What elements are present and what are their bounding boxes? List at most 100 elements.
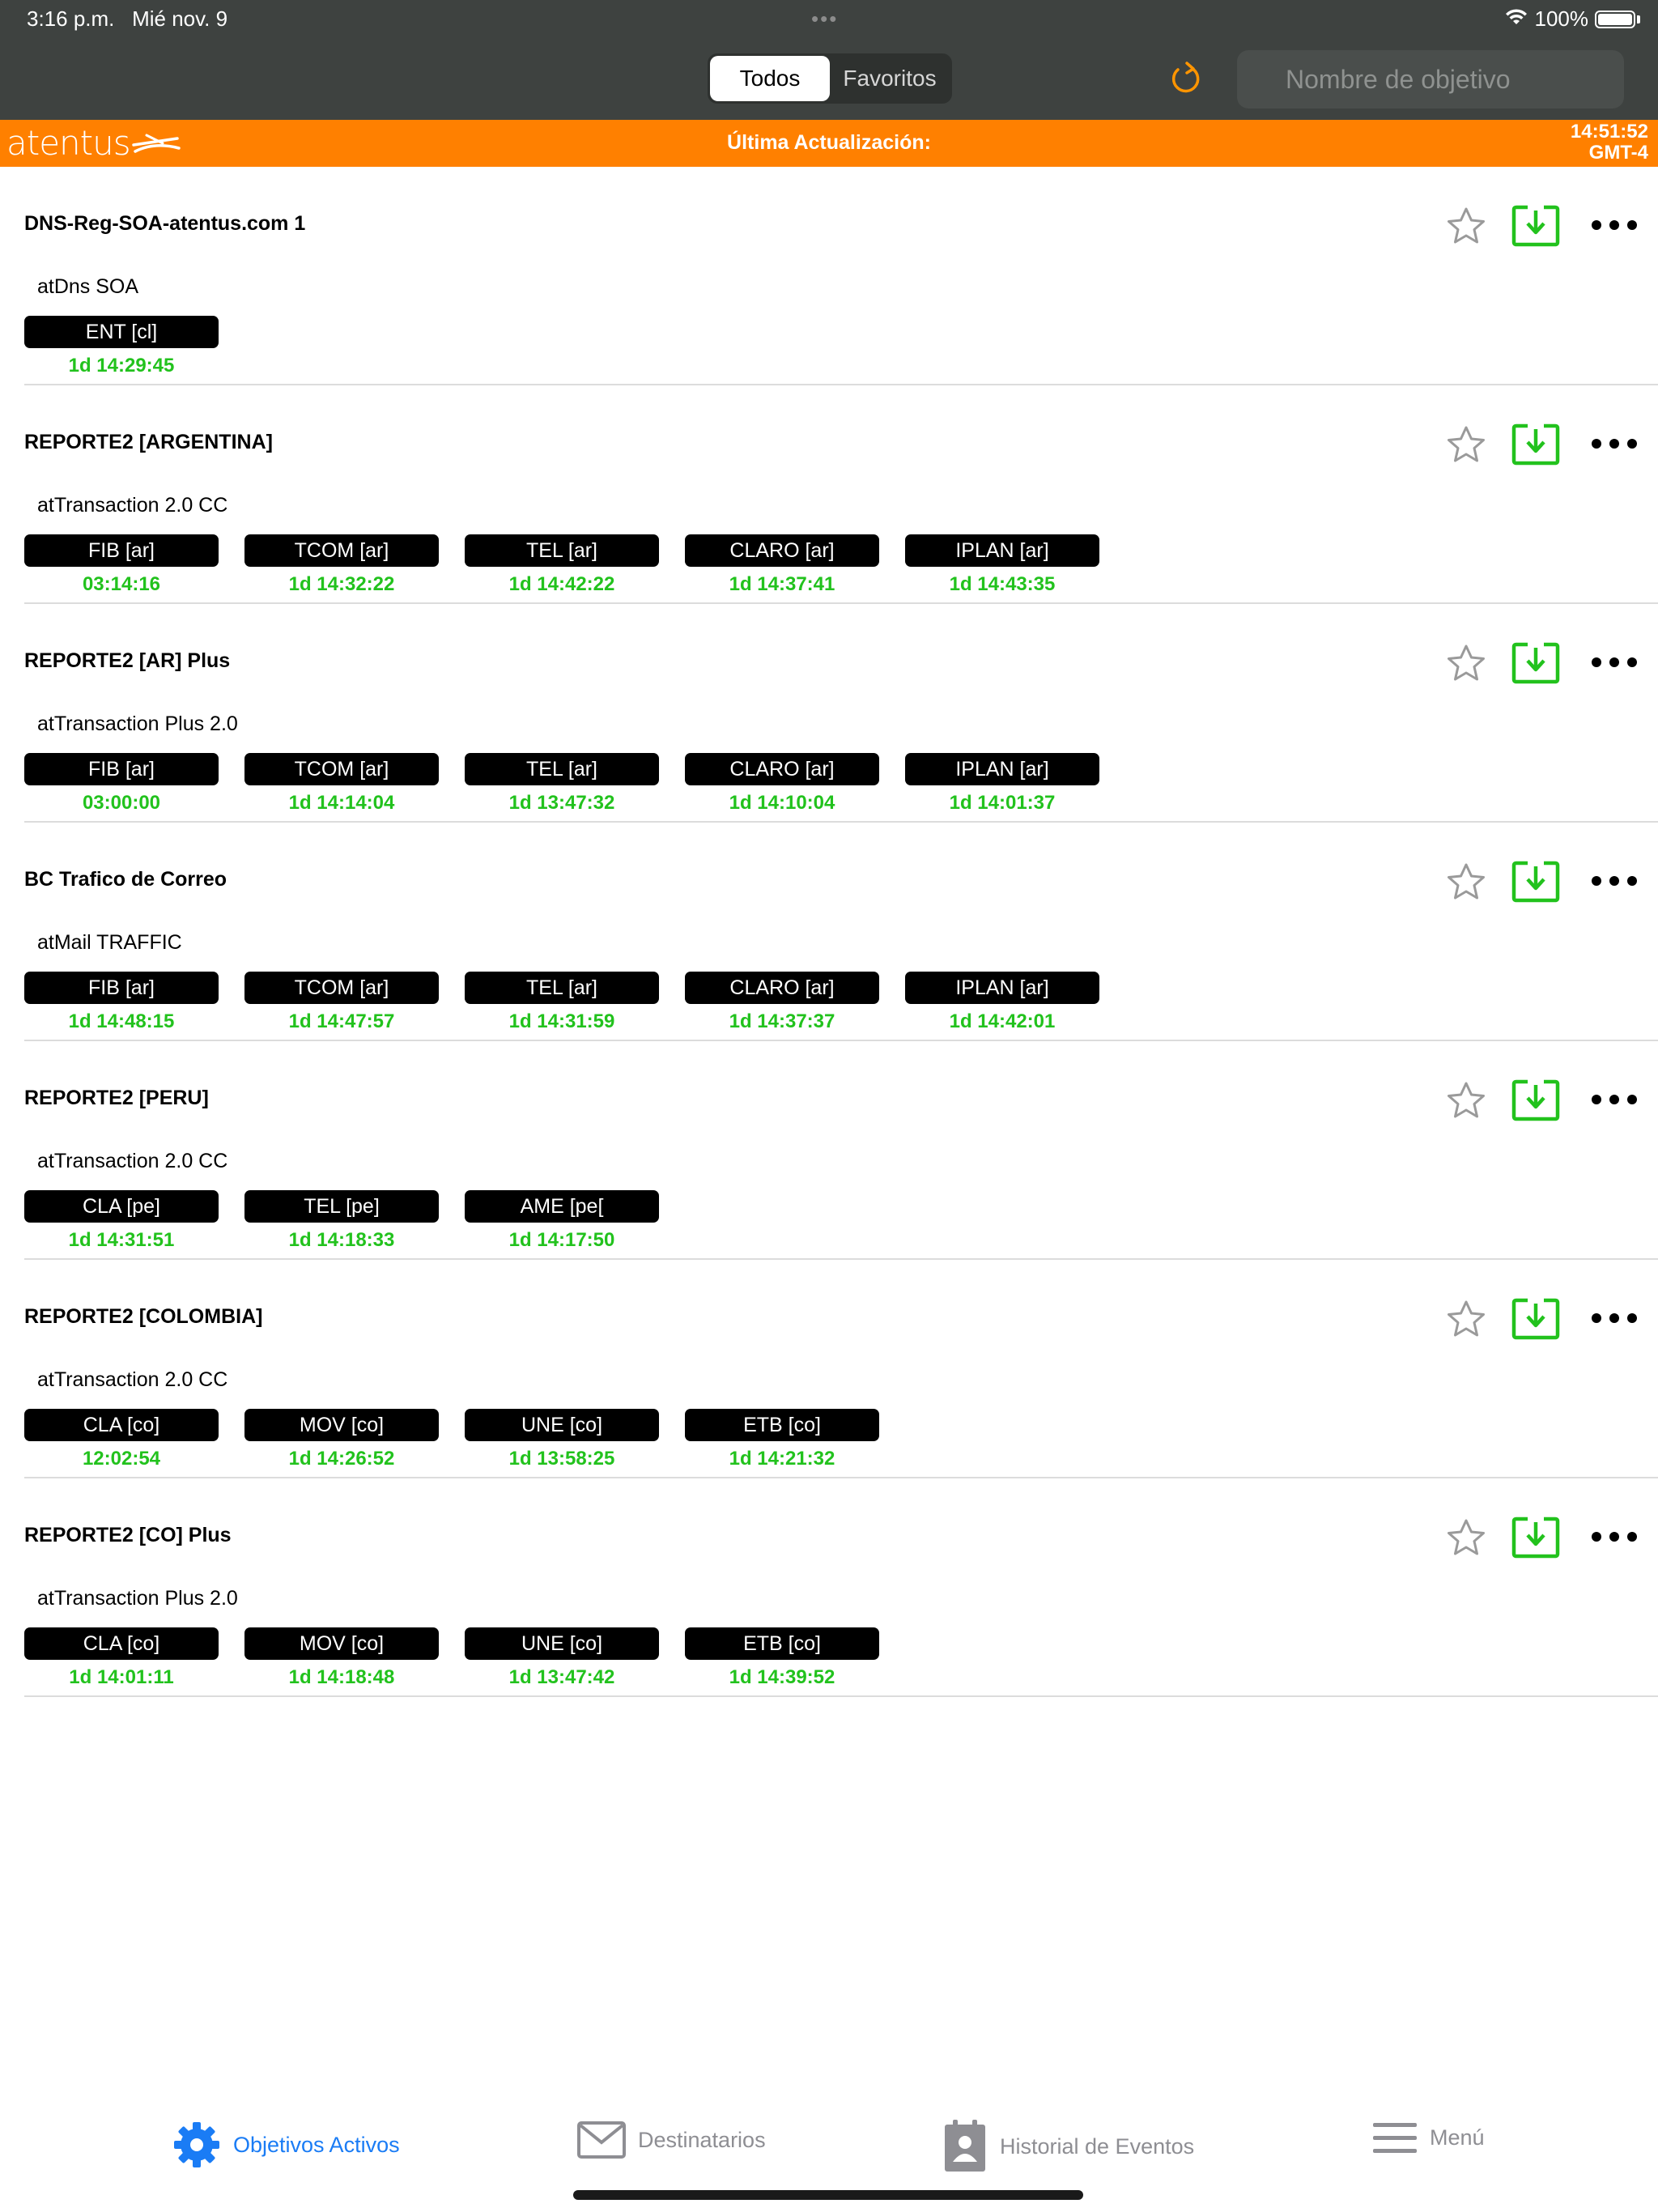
refresh-icon [1171, 62, 1200, 93]
node-label[interactable]: FIB [ar] [24, 534, 219, 567]
tab-historial-de-eventos[interactable]: Historial de Eventos [942, 2120, 1194, 2173]
download-report-button[interactable] [1510, 1075, 1562, 1125]
gear-icon [174, 2122, 219, 2167]
download-report-button[interactable] [1510, 1294, 1562, 1344]
node-elapsed-time: 1d 14:37:37 [729, 1010, 835, 1032]
objective-card[interactable]: BC Trafico de Correo atMail TRAFFIC FIB … [0, 823, 1658, 1041]
node-label[interactable]: IPLAN [ar] [905, 753, 1099, 785]
download-report-button[interactable] [1510, 201, 1562, 251]
node-label[interactable]: MOV [co] [244, 1627, 439, 1660]
favorite-button[interactable] [1441, 201, 1491, 251]
download-report-button[interactable] [1510, 857, 1562, 907]
node-label[interactable]: ETB [co] [685, 1409, 879, 1441]
home-indicator [573, 2190, 1083, 2200]
segment-todos[interactable]: Todos [710, 56, 830, 101]
node-elapsed-time: 1d 14:37:41 [729, 573, 835, 595]
node-label[interactable]: TEL [ar] [465, 753, 659, 785]
more-options-button[interactable] [1587, 1082, 1642, 1117]
favorite-button[interactable] [1441, 1512, 1491, 1563]
favorite-button[interactable] [1441, 857, 1491, 907]
tab-objetivos-activos[interactable]: Objetivos Activos [172, 2120, 400, 2170]
objective-card[interactable]: DNS-Reg-SOA-atentus.com 1 atDns SOA ENT … [0, 167, 1658, 385]
battery-percent: 100% [1534, 6, 1589, 31]
download-report-button[interactable] [1510, 419, 1562, 470]
objective-type: atTransaction 2.0 CC [37, 1368, 228, 1391]
objective-card[interactable]: REPORTE2 [AR] Plus atTransaction Plus 2.… [0, 604, 1658, 823]
ellipsis-icon [1592, 1532, 1637, 1542]
node-item: CLARO [ar] 1d 14:37:37 [685, 972, 879, 1033]
node-label[interactable]: MOV [co] [244, 1409, 439, 1441]
node-item: TEL [ar] 1d 14:42:22 [465, 534, 659, 596]
download-icon [1511, 1079, 1560, 1121]
node-label[interactable]: FIB [ar] [24, 753, 219, 785]
node-label[interactable]: ENT [cl] [24, 316, 219, 348]
node-label[interactable]: TCOM [ar] [244, 534, 439, 567]
multitasking-dots-icon[interactable]: ••• [811, 6, 838, 32]
tab-destinatarios[interactable]: Destinatarios [576, 2120, 766, 2160]
star-icon [1448, 207, 1485, 244]
tab-menu[interactable]: Menú [1371, 2120, 1485, 2155]
more-options-button[interactable] [1587, 207, 1642, 243]
node-label[interactable]: IPLAN [ar] [905, 972, 1099, 1004]
node-item: TEL [pe] 1d 14:18:33 [244, 1190, 439, 1252]
segment-favoritos[interactable]: Favoritos [830, 56, 950, 101]
node-label[interactable]: CLARO [ar] [685, 972, 879, 1004]
objective-title: REPORTE2 [PERU] [24, 1087, 209, 1109]
node-label[interactable]: TEL [ar] [465, 534, 659, 567]
star-icon [1448, 426, 1485, 462]
more-options-button[interactable] [1587, 426, 1642, 462]
favorite-button[interactable] [1441, 638, 1491, 688]
objective-card[interactable]: REPORTE2 [ARGENTINA] atTransaction 2.0 C… [0, 385, 1658, 604]
objective-card[interactable]: REPORTE2 [CO] Plus atTransaction Plus 2.… [0, 1478, 1658, 1697]
objective-type: atDns SOA [37, 275, 139, 298]
download-report-button[interactable] [1510, 638, 1562, 688]
node-label[interactable]: TEL [ar] [465, 972, 659, 1004]
top-navigation-bar: 3:16 p.m. Mié nov. 9 ••• 100% Todos Favo… [0, 0, 1658, 120]
filter-segmented-control: Todos Favoritos [708, 53, 952, 104]
more-options-button[interactable] [1587, 644, 1642, 680]
objective-card[interactable]: REPORTE2 [PERU] atTransaction 2.0 CC CLA [0, 1041, 1658, 1260]
more-options-button[interactable] [1587, 1519, 1642, 1555]
last-update-label: Última Actualización: [727, 131, 931, 154]
favorite-button[interactable] [1441, 419, 1491, 470]
objective-card[interactable]: REPORTE2 [COLOMBIA] atTransaction 2.0 CC [0, 1260, 1658, 1478]
node-label[interactable]: IPLAN [ar] [905, 534, 1099, 567]
node-item: CLA [co] 12:02:54 [24, 1409, 219, 1470]
node-elapsed-time: 1d 14:39:52 [729, 1666, 835, 1688]
node-label[interactable]: AME [pe[ [465, 1190, 659, 1223]
node-label[interactable]: CLA [co] [24, 1409, 219, 1441]
node-elapsed-time: 03:14:16 [82, 573, 161, 595]
search-input[interactable] [1237, 50, 1624, 108]
node-label[interactable]: CLA [pe] [24, 1190, 219, 1223]
node-label[interactable]: UNE [co] [465, 1409, 659, 1441]
node-label[interactable]: TCOM [ar] [244, 753, 439, 785]
more-options-button[interactable] [1587, 863, 1642, 899]
node-label[interactable]: CLARO [ar] [685, 753, 879, 785]
node-label[interactable]: UNE [co] [465, 1627, 659, 1660]
status-clock: 3:16 p.m. [27, 6, 115, 31]
objective-title: REPORTE2 [AR] Plus [24, 649, 231, 672]
node-label[interactable]: TEL [pe] [244, 1190, 439, 1223]
node-label[interactable]: ETB [co] [685, 1627, 879, 1660]
node-elapsed-time: 1d 14:01:37 [949, 792, 1056, 814]
node-elapsed-time: 1d 14:01:11 [69, 1666, 174, 1688]
node-label[interactable]: TCOM [ar] [244, 972, 439, 1004]
node-item: TCOM [ar] 1d 14:32:22 [244, 534, 439, 596]
favorite-button[interactable] [1441, 1294, 1491, 1344]
node-label[interactable]: CLARO [ar] [685, 534, 879, 567]
node-elapsed-time: 1d 14:42:22 [508, 573, 615, 595]
refresh-button[interactable] [1163, 53, 1209, 104]
node-elapsed-time: 03:00:00 [82, 792, 161, 814]
node-elapsed-time: 1d 13:47:32 [508, 792, 615, 814]
node-item: IPLAN [ar] 1d 14:42:01 [905, 972, 1099, 1033]
node-elapsed-time: 1d 13:47:42 [508, 1666, 615, 1688]
download-report-button[interactable] [1510, 1512, 1562, 1563]
more-options-button[interactable] [1587, 1300, 1642, 1336]
node-item: ETB [co] 1d 14:39:52 [685, 1627, 879, 1689]
node-elapsed-time: 1d 14:18:33 [288, 1229, 395, 1251]
node-label[interactable]: CLA [co] [24, 1627, 219, 1660]
node-elapsed-time: 1d 14:26:52 [288, 1448, 395, 1470]
node-elapsed-time: 1d 14:32:22 [288, 573, 395, 595]
node-label[interactable]: FIB [ar] [24, 972, 219, 1004]
favorite-button[interactable] [1441, 1075, 1491, 1125]
